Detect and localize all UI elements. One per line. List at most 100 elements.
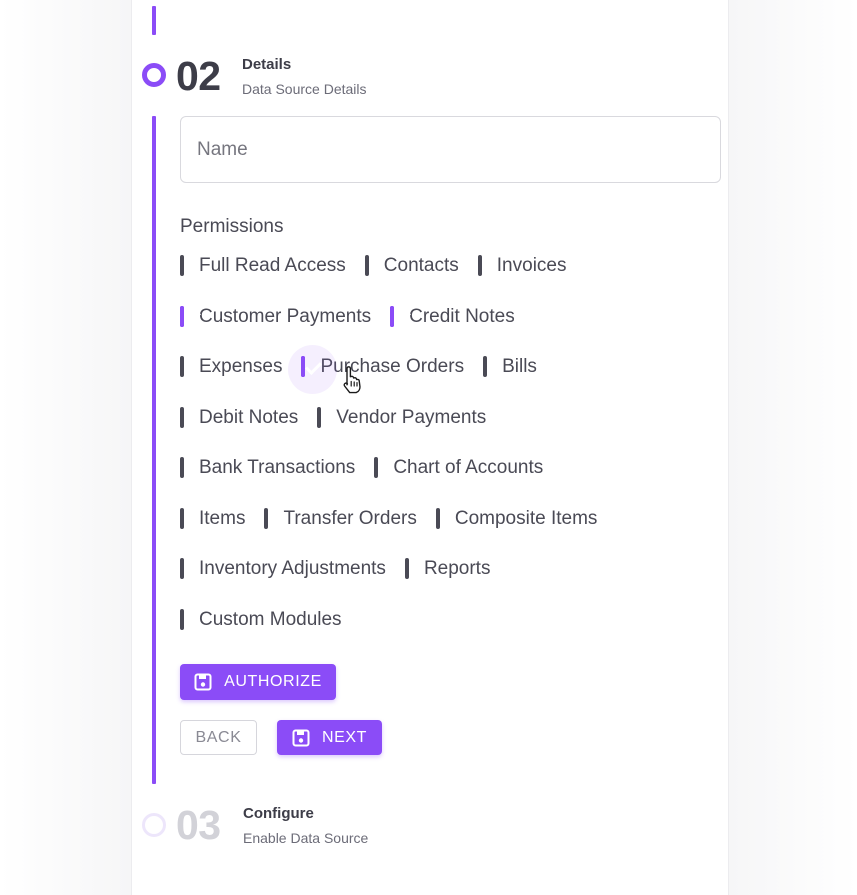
checkbox-wrap: [180, 407, 184, 428]
checkbox-label: Credit Notes: [409, 306, 515, 327]
permission-debit-notes[interactable]: Debit Notes: [180, 407, 298, 429]
permission-expenses[interactable]: Expenses: [180, 356, 282, 378]
checkbox-wrap: [180, 508, 184, 529]
permission-row: Debit Notes Vendor Payments: [180, 406, 505, 430]
checkbox-wrap: [180, 255, 184, 276]
checkbox-wrap: [180, 356, 184, 377]
checkbox-label: Custom Modules: [199, 609, 342, 630]
checkbox-label: Composite Items: [454, 508, 598, 529]
permission-composite-items[interactable]: Composite Items: [435, 508, 598, 530]
checkbox-wrap: [435, 508, 440, 529]
step-title: Details: [242, 56, 292, 73]
authorize-button[interactable]: AUTHORIZE: [180, 664, 336, 700]
permission-reports[interactable]: Reports: [404, 558, 491, 580]
permission-row: Bank Transactions Chart of Accounts: [180, 456, 562, 480]
stepper-connector-top: [152, 6, 156, 35]
checkbox[interactable]: [301, 356, 306, 377]
authorize-label: AUTHORIZE: [224, 673, 322, 690]
checkbox[interactable]: [264, 508, 269, 529]
permission-full-read-access[interactable]: Full Read Access: [180, 255, 346, 277]
step-title: Configure: [243, 805, 314, 822]
checkbox[interactable]: [374, 457, 379, 478]
checkbox[interactable]: [404, 558, 409, 579]
step-indicator-active: [142, 63, 166, 87]
checkbox-label: Full Read Access: [199, 255, 346, 276]
checkbox-label: Debit Notes: [199, 407, 299, 428]
permission-bills[interactable]: Bills: [483, 356, 537, 378]
checkbox[interactable]: [180, 255, 184, 276]
permission-chart-of-accounts[interactable]: Chart of Accounts: [374, 457, 543, 479]
checkbox-wrap: [264, 508, 269, 529]
checkbox[interactable]: [390, 306, 395, 327]
checkbox[interactable]: [435, 508, 440, 529]
permission-row: Items Transfer Orders Composite Items: [180, 507, 616, 531]
step-indicator-inactive: [142, 813, 166, 837]
checkbox[interactable]: [180, 356, 184, 377]
checkbox-label: Transfer Orders: [283, 508, 417, 529]
permissions-label: Permissions: [180, 216, 284, 237]
background-right: [729, 0, 857, 895]
permission-row: Inventory Adjustments Reports: [180, 557, 509, 581]
checkbox-wrap: [390, 306, 395, 327]
step-number: 02: [176, 53, 221, 99]
checkbox-label: Expenses: [199, 356, 283, 377]
back-button[interactable]: BACK: [180, 720, 257, 755]
checkbox[interactable]: [317, 407, 322, 428]
checkbox-wrap: [180, 558, 184, 579]
checkbox-label: Bills: [502, 356, 537, 377]
next-label: NEXT: [321, 728, 368, 746]
checkbox[interactable]: [364, 255, 369, 276]
permission-row: Expenses Purchase Orders Bills: [180, 345, 556, 394]
permission-contacts[interactable]: Contacts: [364, 255, 459, 277]
checkbox-label: Invoices: [496, 255, 567, 276]
permission-invoices[interactable]: Invoices: [477, 255, 567, 277]
checkbox[interactable]: [180, 558, 184, 579]
checkbox[interactable]: [477, 255, 482, 276]
checkbox[interactable]: [180, 508, 184, 529]
permission-vendor-payments[interactable]: Vendor Payments: [317, 407, 486, 429]
permission-items[interactable]: Items: [180, 508, 245, 530]
stepper-connector-active: [152, 116, 156, 784]
checkbox[interactable]: [180, 609, 184, 630]
checkbox-label: Bank Transactions: [199, 457, 356, 478]
permission-bank-transactions[interactable]: Bank Transactions: [180, 457, 355, 479]
step-number: 03: [176, 802, 221, 848]
checkbox-label: Items: [199, 508, 246, 529]
checkbox-wrap: [483, 356, 488, 377]
checkbox-label: Reports: [423, 558, 491, 579]
checkbox-label: Contacts: [383, 255, 459, 276]
checkbox-wrap: [317, 407, 322, 428]
permission-custom-modules[interactable]: Custom Modules: [180, 609, 342, 631]
next-button[interactable]: NEXT: [277, 720, 382, 755]
checkbox[interactable]: [483, 356, 488, 377]
checkbox-wrap: [288, 345, 338, 394]
background-left: [0, 0, 131, 895]
checkbox-wrap: [180, 306, 184, 327]
permission-purchase-orders[interactable]: Purchase Orders: [288, 345, 465, 394]
save-icon: [292, 729, 310, 746]
permission-row: Full Read Access Contacts Invoices: [180, 254, 585, 278]
checkbox[interactable]: [180, 306, 184, 327]
checkbox-label: Chart of Accounts: [393, 457, 544, 478]
checkbox-label: Vendor Payments: [336, 407, 487, 428]
checkbox-label: Purchase Orders: [320, 356, 465, 377]
permission-row: Customer Payments Credit Notes: [180, 305, 534, 329]
save-icon: [194, 673, 212, 691]
checkbox-label: Customer Payments: [199, 306, 372, 327]
checkbox-wrap: [180, 457, 184, 478]
permission-inventory-adjustments[interactable]: Inventory Adjustments: [180, 558, 386, 580]
permission-customer-payments[interactable]: Customer Payments: [180, 306, 371, 328]
checkbox-wrap: [180, 609, 184, 630]
permission-row: Custom Modules: [180, 608, 361, 632]
name-input[interactable]: [180, 116, 721, 183]
checkbox-wrap: [477, 255, 482, 276]
step-subtitle: Data Source Details: [242, 81, 367, 97]
permission-transfer-orders[interactable]: Transfer Orders: [264, 508, 417, 530]
checkbox-wrap: [404, 558, 409, 579]
checkbox[interactable]: [180, 457, 184, 478]
step-subtitle: Enable Data Source: [243, 830, 369, 846]
checkbox-wrap: [374, 457, 379, 478]
permission-credit-notes[interactable]: Credit Notes: [390, 306, 515, 328]
checkbox[interactable]: [180, 407, 184, 428]
back-label: BACK: [195, 728, 242, 746]
